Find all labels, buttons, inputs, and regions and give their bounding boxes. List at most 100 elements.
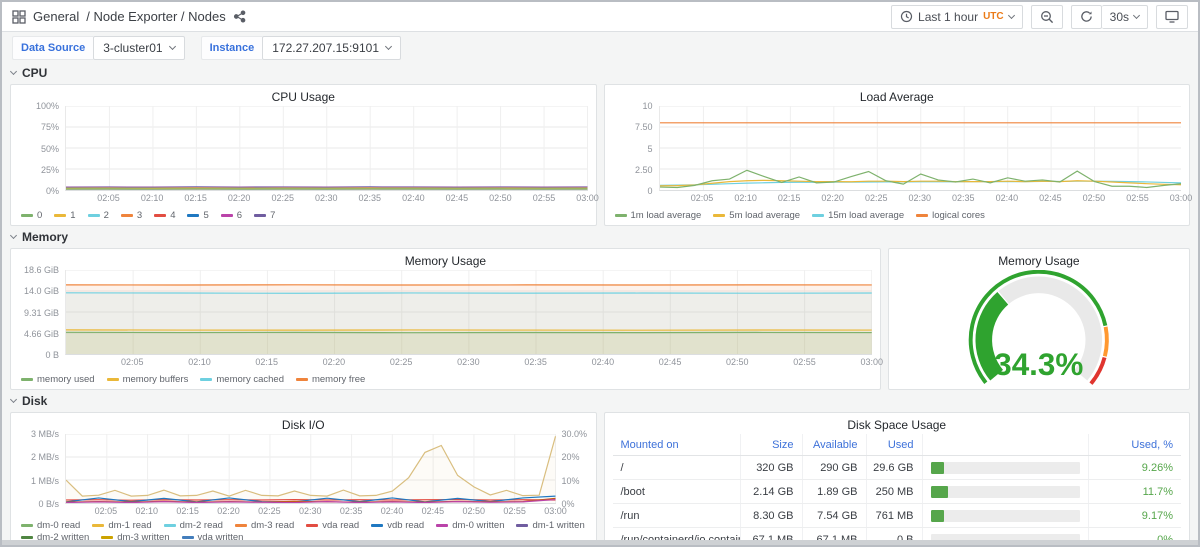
variable-data-source: Data Source 3-cluster01	[12, 36, 185, 60]
axis-tick-label: 9.31 GiB	[24, 308, 59, 318]
zoom-out-button[interactable]	[1031, 5, 1063, 29]
breadcrumb[interactable]: / Node Exporter / Nodes	[86, 9, 225, 24]
legend-item[interactable]: memory buffers	[107, 374, 189, 385]
plot-area[interactable]	[65, 434, 556, 504]
legend-item[interactable]: vdb read	[371, 520, 424, 531]
cell-mount: /run	[613, 504, 741, 527]
panel-title[interactable]: Disk Space Usage	[613, 416, 1182, 434]
memory-usage-chart[interactable]: 18.6 GiB14.0 GiB9.31 GiB4.66 GiB0 B02:05…	[19, 270, 872, 387]
legend-label: 3	[137, 210, 142, 221]
legend-item[interactable]: 5m load average	[713, 210, 800, 221]
legend-item[interactable]: memory free	[296, 374, 365, 385]
row-header-cpu[interactable]: CPU	[11, 64, 1190, 82]
time-range-picker[interactable]: Last 1 hour UTC	[891, 5, 1023, 29]
legend-item[interactable]: dm-0 written	[436, 520, 504, 531]
horizontal-scrollbar[interactable]	[2, 540, 1198, 545]
legend-item[interactable]: memory cached	[200, 374, 284, 385]
navbar-actions: Last 1 hour UTC 30s	[891, 5, 1188, 29]
axis-tick-label: 7.50	[635, 122, 653, 132]
legend-item[interactable]: dm-2 read	[164, 520, 223, 531]
legend-item[interactable]: 4	[154, 210, 175, 221]
axis-tick-label: 02:25	[865, 193, 888, 203]
column-header-used_pct[interactable]: Used, %	[1089, 434, 1181, 455]
axis-tick-label: 25%	[41, 165, 59, 175]
panel-title[interactable]: Disk I/O	[19, 416, 588, 434]
axis-tick-label: 02:50	[1083, 193, 1106, 203]
load-average-chart[interactable]: 107.5052.50002:0502:1002:1502:2002:2502:…	[613, 106, 1182, 223]
legend-item[interactable]: 2	[88, 210, 109, 221]
legend-item[interactable]: dm-3 read	[235, 520, 294, 531]
legend-swatch	[107, 378, 119, 381]
refresh-interval-dropdown[interactable]: 30s	[1102, 5, 1148, 29]
disk-io-chart[interactable]: 3 MB/s2 MB/s1 MB/s0 B/s30.0%20%10%0%02:0…	[19, 434, 588, 547]
legend-item[interactable]: dm-1 read	[92, 520, 151, 531]
legend-swatch	[235, 524, 247, 527]
column-header-used[interactable]: Used	[867, 434, 923, 455]
cpu-usage-chart[interactable]: 100%75%50%25%0%02:0502:1002:1502:2002:25…	[19, 106, 588, 223]
axis-tick-label: 02:50	[462, 506, 485, 516]
legend: memory used memory buffers memory cached me…	[19, 369, 872, 387]
grafana-dashboard: General / Node Exporter / Nodes Last 1 h…	[0, 0, 1200, 547]
legend-label: vda read	[322, 520, 359, 531]
legend-item[interactable]: 3	[121, 210, 142, 221]
memory-usage-gauge: 34.3%	[897, 270, 1181, 387]
legend-item[interactable]: 15m load average	[812, 210, 904, 221]
legend-swatch	[21, 524, 33, 527]
legend: 0 1 2 3 4 5 6 7	[19, 205, 588, 223]
legend-item[interactable]: dm-0 read	[21, 520, 80, 531]
column-header-bar[interactable]	[923, 434, 1090, 455]
plot-area[interactable]	[65, 270, 872, 355]
legend-item[interactable]: vda read	[306, 520, 359, 531]
column-header-size[interactable]: Size	[741, 434, 803, 455]
legend-item[interactable]: 1	[54, 210, 75, 221]
breadcrumb-folder[interactable]: General	[33, 9, 79, 24]
legend-swatch	[713, 214, 725, 217]
cell-bar	[923, 504, 1090, 527]
kiosk-mode-button[interactable]	[1156, 5, 1188, 29]
legend-swatch	[916, 214, 928, 217]
axis-tick-label: 10%	[562, 476, 580, 486]
legend-swatch	[254, 214, 266, 217]
data-source-dropdown[interactable]: 3-cluster01	[93, 36, 184, 60]
legend-item[interactable]: dm-1 written	[516, 520, 584, 531]
legend-label: 0	[37, 210, 42, 221]
plot-area[interactable]	[659, 106, 1182, 191]
variable-label: Instance	[201, 36, 263, 60]
panel-title[interactable]: Load Average	[613, 88, 1182, 106]
axis-tick-label: 2 MB/s	[31, 452, 59, 462]
row-header-disk[interactable]: Disk	[11, 392, 1190, 410]
refresh-interval-label: 30s	[1110, 10, 1129, 24]
panel-title[interactable]: CPU Usage	[19, 88, 588, 106]
plot-area[interactable]	[65, 106, 588, 191]
legend-item[interactable]: 1m load average	[615, 210, 702, 221]
share-icon[interactable]	[233, 10, 246, 23]
panel-title[interactable]: Memory Usage	[19, 252, 872, 270]
legend-swatch	[164, 524, 176, 527]
legend-item[interactable]: 6	[221, 210, 242, 221]
legend-label: dm-0 read	[37, 520, 80, 531]
legend-swatch	[296, 378, 308, 381]
instance-dropdown[interactable]: 172.27.207.15:9101	[262, 36, 401, 60]
monitor-icon	[1165, 10, 1179, 23]
column-header-available[interactable]: Available	[803, 434, 867, 455]
cell-size: 320 GB	[741, 456, 803, 479]
variable-instance: Instance 172.27.207.15:9101	[201, 36, 401, 60]
table-row: /run8.30 GB7.54 GB761 MB9.17%	[613, 504, 1182, 528]
legend-item[interactable]: 7	[254, 210, 275, 221]
legend-item[interactable]: logical cores	[916, 210, 985, 221]
axis-tick-label: 75%	[41, 122, 59, 132]
legend-item[interactable]: memory used	[21, 374, 95, 385]
axis-tick-label: 02:25	[271, 193, 294, 203]
refresh-button[interactable]	[1071, 5, 1102, 29]
legend-label: memory buffers	[123, 374, 189, 385]
legend-item[interactable]: 0	[21, 210, 42, 221]
column-header-mount[interactable]: Mounted on	[613, 434, 741, 455]
row-header-memory[interactable]: Memory	[11, 228, 1190, 246]
disk-panels: Disk I/O 3 MB/s2 MB/s1 MB/s0 B/s30.0%20%…	[10, 412, 1190, 547]
panel-title[interactable]: Memory Usage	[897, 252, 1181, 270]
usage-bar-track	[931, 510, 1081, 522]
variable-label: Data Source	[12, 36, 93, 60]
axis-tick-label: 20%	[562, 452, 580, 462]
axis-tick-label: 02:35	[340, 506, 363, 516]
legend-item[interactable]: 5	[187, 210, 208, 221]
